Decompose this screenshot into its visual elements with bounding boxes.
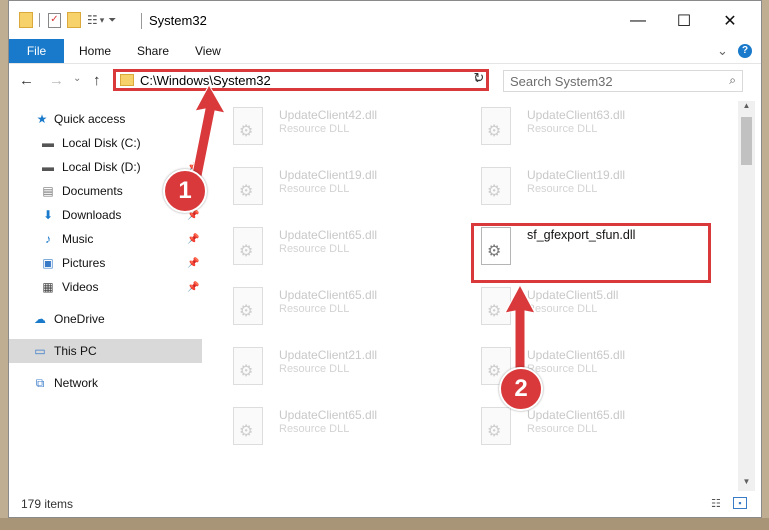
step-1-badge: 1 bbox=[163, 169, 207, 213]
desktop-background bbox=[0, 0, 8, 530]
annotation-arrows bbox=[190, 83, 536, 370]
step-2-badge: 2 bbox=[499, 367, 543, 411]
arrow-to-target-file bbox=[504, 283, 536, 370]
desktop-background bbox=[761, 0, 769, 530]
explorer-window: ✓ ☷ ▾ ⏷ System32 — ☐ ✕ File Home Share V… bbox=[8, 0, 762, 518]
arrow-to-address-bar bbox=[190, 83, 226, 182]
desktop-background bbox=[0, 518, 769, 530]
